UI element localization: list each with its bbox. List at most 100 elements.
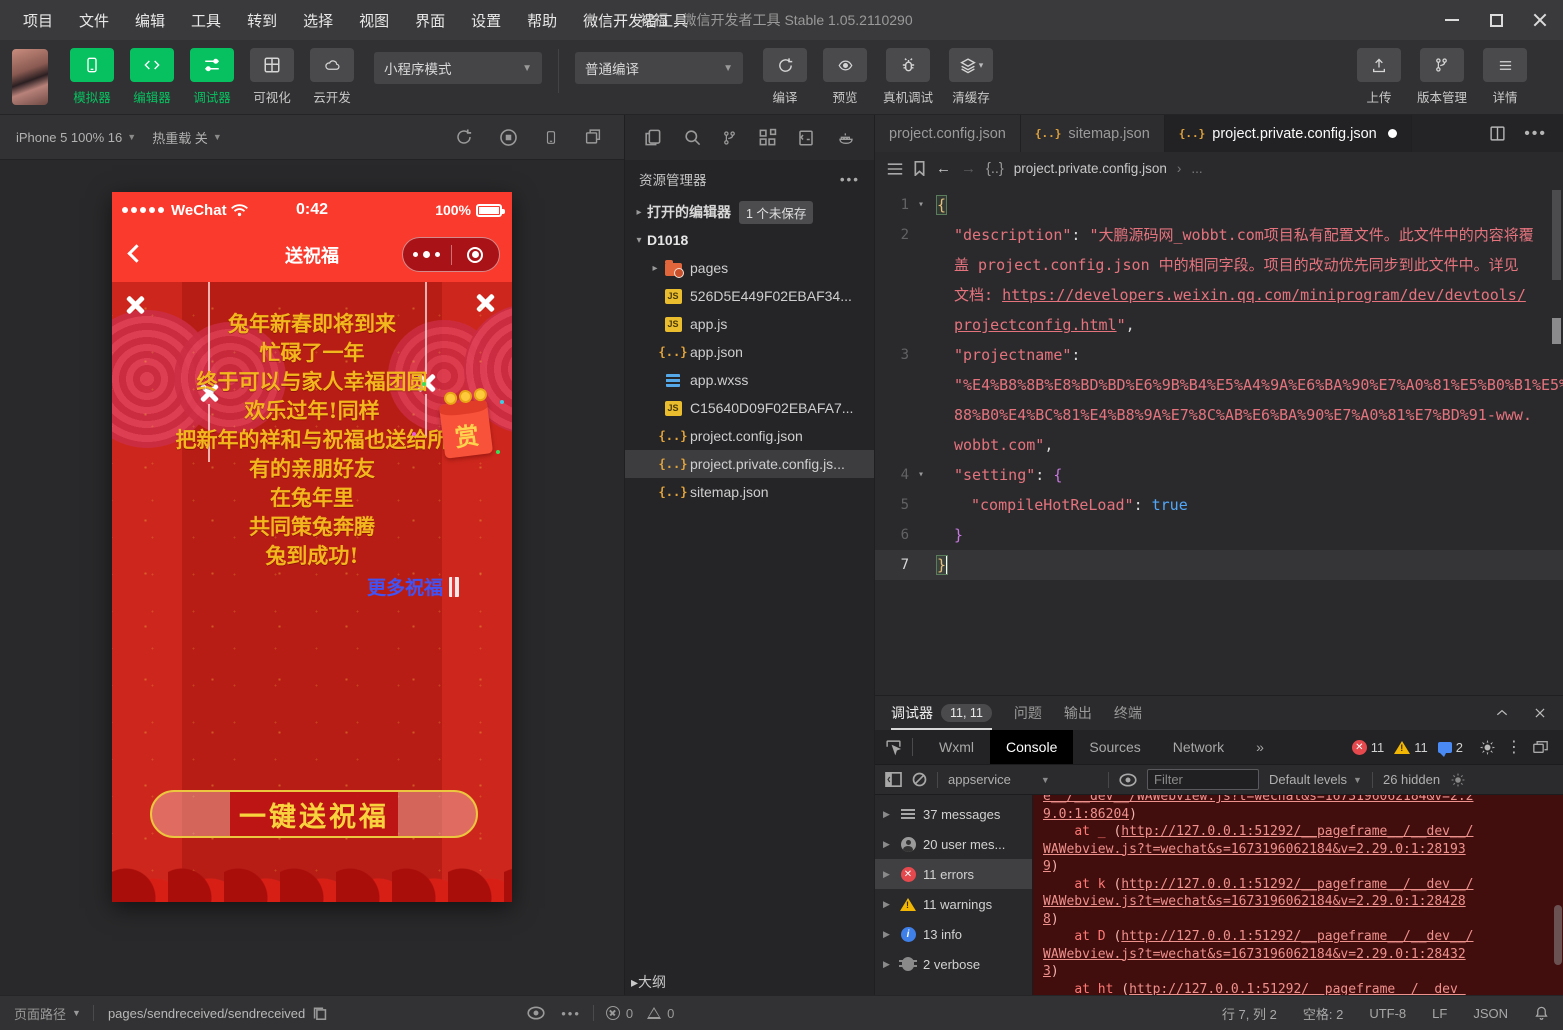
fold-chevron-icon[interactable]: ▾: [909, 190, 933, 220]
code-editor[interactable]: 1▾{2"description": "大鹏源码网_wobbt.com项目私有配…: [875, 185, 1563, 695]
notifications-bell-icon[interactable]: [1534, 1005, 1549, 1021]
debugger-tab-调试器[interactable]: 调试器11, 11: [891, 696, 992, 730]
docker-icon[interactable]: [836, 130, 856, 146]
menu-文件[interactable]: 文件: [68, 6, 120, 35]
code-line[interactable]: 7}: [875, 550, 1563, 580]
mode-select[interactable]: 小程序模式 ▼: [374, 52, 542, 84]
scrollbar-thumb[interactable]: [1552, 190, 1561, 280]
device-frame-icon[interactable]: [544, 128, 558, 147]
可视化-button[interactable]: 可视化: [250, 48, 294, 106]
console-filter-37 messages[interactable]: ▶37 messages: [875, 799, 1032, 829]
code-line[interactable]: projectconfig.html",: [875, 310, 1563, 340]
preview-eye-icon[interactable]: [527, 1006, 545, 1020]
page-path-select[interactable]: 页面路径 ▼: [14, 1004, 81, 1023]
code-line[interactable]: 5"compileHotReLoad": true: [875, 490, 1563, 520]
file-C15640D09F02EBAFA7...[interactable]: JSC15640D09F02EBAFA7...: [625, 394, 874, 422]
file-sitemap.json[interactable]: {..}sitemap.json: [625, 478, 874, 506]
copy-icon[interactable]: [313, 1006, 327, 1020]
live-expression-icon[interactable]: [1119, 773, 1137, 787]
minimize-button[interactable]: [1437, 6, 1467, 34]
more-actions-icon[interactable]: •••: [840, 172, 860, 187]
page-path-value[interactable]: pages/sendreceived/sendreceived: [108, 1006, 305, 1021]
project-root-row[interactable]: ▾ D1018: [625, 226, 874, 254]
tab-project.config.json[interactable]: project.config.json: [875, 115, 1021, 152]
split-editor-icon[interactable]: [1489, 125, 1506, 142]
code-line[interactable]: 3"projectname":: [875, 340, 1563, 370]
真机调试-button[interactable]: 真机调试: [883, 48, 933, 106]
devtools-tab-Wxml[interactable]: Wxml: [923, 730, 990, 764]
code-line[interactable]: 88%B0%E4%BC%81%E4%B8%9A%E7%8C%AB%E6%BA%9…: [875, 400, 1563, 430]
clear-console-icon[interactable]: [912, 772, 927, 787]
menu-选择[interactable]: 选择: [292, 6, 344, 35]
file-project.private.config.js...[interactable]: {..}project.private.config.js...: [625, 450, 874, 478]
console-filter-20 user mes...[interactable]: ▶20 user mes...: [875, 829, 1032, 859]
back-arrow-icon[interactable]: ←: [936, 160, 951, 177]
send-blessing-button[interactable]: 一键送祝福: [150, 790, 478, 838]
预览-button[interactable]: 预览: [823, 48, 867, 106]
explorer-files-icon[interactable]: [643, 128, 662, 147]
console-filter-13 info[interactable]: ▶i13 info: [875, 919, 1032, 949]
collapse-panel-icon[interactable]: [1495, 706, 1509, 720]
debugger-tab-输出[interactable]: 输出: [1064, 696, 1092, 730]
debugger-tab-终端[interactable]: 终端: [1114, 696, 1142, 730]
console-filter-2 verbose[interactable]: ▶2 verbose: [875, 949, 1032, 979]
console-error-count[interactable]: ✕11: [1352, 740, 1385, 755]
code-line[interactable]: "%E4%B8%8B%E8%BD%BD%E6%9B%B4%E5%A4%9A%E6…: [875, 370, 1563, 400]
bookmark-icon[interactable]: [913, 161, 926, 176]
outline-row[interactable]: ▸ 大纲: [625, 969, 874, 995]
kebab-menu-icon[interactable]: ⋮: [1506, 737, 1522, 757]
maximize-button[interactable]: [1481, 6, 1511, 34]
breadcrumb-file[interactable]: project.private.config.json: [1014, 161, 1167, 176]
red-envelope-icon[interactable]: 赏: [439, 399, 493, 458]
more-actions-icon[interactable]: •••: [1524, 125, 1547, 143]
menu-转到[interactable]: 转到: [236, 6, 288, 35]
npm-icon[interactable]: [797, 129, 815, 147]
menu-设置[interactable]: 设置: [460, 6, 512, 35]
status-JSON[interactable]: JSON: [1473, 1006, 1508, 1021]
hidden-count-label[interactable]: 26 hidden: [1383, 772, 1440, 787]
调试器-button[interactable]: 调试器: [190, 48, 234, 106]
编译-button[interactable]: 编译: [763, 48, 807, 106]
device-select[interactable]: iPhone 5 100% 16 ▼: [16, 130, 136, 145]
problems-indicator[interactable]: 0 0: [606, 1006, 674, 1021]
status-UTF-8[interactable]: UTF-8: [1369, 1006, 1406, 1021]
user-avatar[interactable]: [12, 49, 48, 105]
console-scrollbar-thumb[interactable]: [1554, 905, 1562, 965]
console-output[interactable]: e__/__dev__/WAWebview.js?t=wechat&s=1673…: [1033, 795, 1563, 995]
more-actions-icon[interactable]: •••: [561, 1006, 581, 1021]
模拟器-button[interactable]: 模拟器: [70, 48, 114, 106]
forward-arrow-icon[interactable]: →: [961, 160, 976, 177]
menu-项目[interactable]: 项目: [12, 6, 64, 35]
menu-工具[interactable]: 工具: [180, 6, 232, 35]
stop-record-icon[interactable]: [499, 128, 518, 147]
devtools-overflow-chevron[interactable]: »: [1240, 730, 1280, 764]
console-message-count[interactable]: 2: [1438, 740, 1463, 755]
console-warning-count[interactable]: 11: [1394, 740, 1428, 755]
fold-chevron-icon[interactable]: ▾: [909, 460, 933, 490]
extensions-icon[interactable]: [758, 128, 777, 147]
tab-project.private.config.json[interactable]: {..}project.private.config.json: [1165, 115, 1412, 152]
file-526D5E449F02EBAF34...[interactable]: JS526D5E449F02EBAF34...: [625, 282, 874, 310]
云开发-button[interactable]: 云开发: [310, 48, 354, 106]
more-menu-button[interactable]: [403, 252, 451, 258]
上传-button[interactable]: 上传: [1357, 48, 1401, 106]
console-filter-11 errors[interactable]: ▶✕11 errors: [875, 859, 1032, 889]
context-select[interactable]: appservice ▼: [948, 772, 1098, 787]
code-line[interactable]: 2"description": "大鹏源码网_wobbt.com项目私有配置文件…: [875, 220, 1563, 250]
版本管理-button[interactable]: 版本管理: [1417, 48, 1467, 106]
sidebar-toggle-icon[interactable]: [885, 772, 902, 787]
devtools-tab-Network[interactable]: Network: [1157, 730, 1240, 764]
search-icon[interactable]: [683, 128, 702, 147]
console-settings-gear-icon[interactable]: [1450, 772, 1466, 788]
detach-window-icon[interactable]: [584, 128, 602, 147]
编辑器-button[interactable]: 编辑器: [130, 48, 174, 106]
console-filter-11 warnings[interactable]: ▶11 warnings: [875, 889, 1032, 919]
file-app.wxss[interactable]: app.wxss: [625, 366, 874, 394]
outline-list-icon[interactable]: [887, 162, 903, 176]
code-line[interactable]: 盖 project.config.json 中的相同字段。项目的改动优先同步到此…: [875, 250, 1563, 280]
devtools-settings-gear-icon[interactable]: [1479, 739, 1496, 756]
devtools-tab-Sources[interactable]: Sources: [1073, 730, 1156, 764]
menu-界面[interactable]: 界面: [404, 6, 456, 35]
devtools-tab-Console[interactable]: Console: [990, 730, 1073, 764]
file-pages[interactable]: ▸pages: [625, 254, 874, 282]
